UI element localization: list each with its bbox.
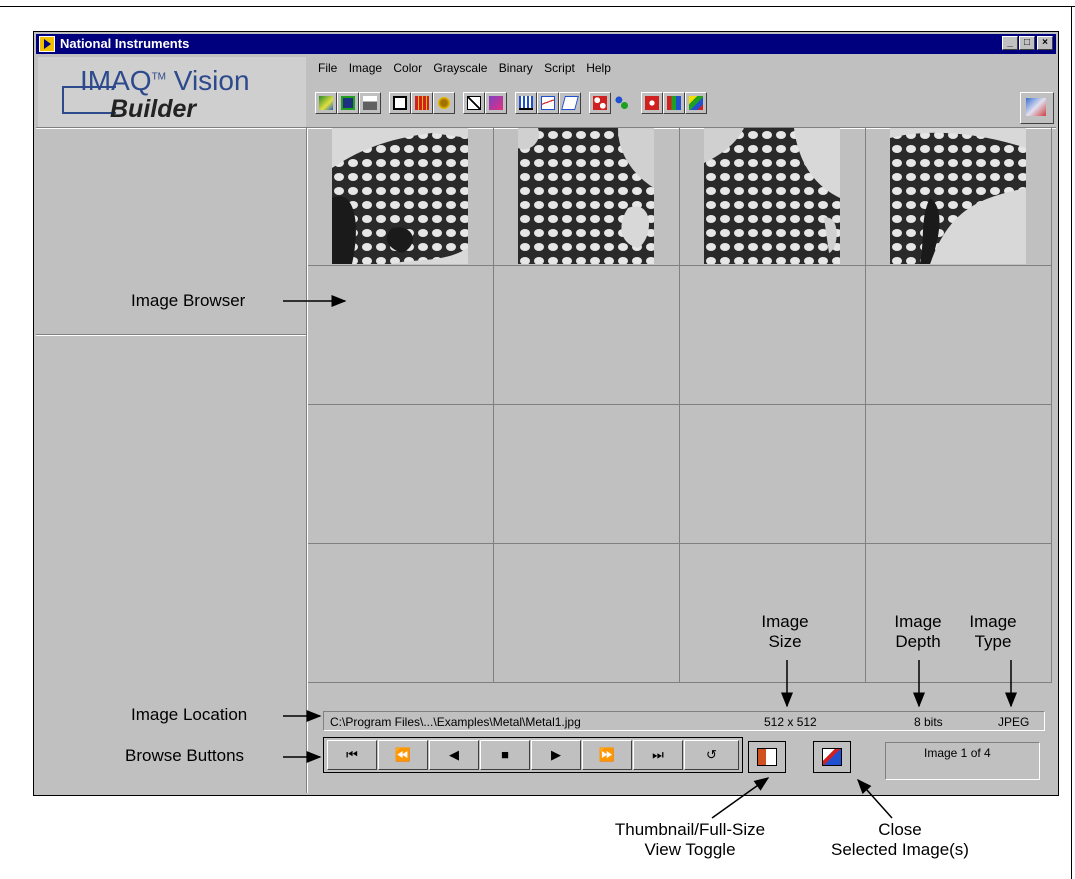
thumbnail-toggle-arrow bbox=[711, 777, 770, 819]
close-selected-arrow bbox=[856, 778, 893, 819]
annotation-arrows bbox=[283, 295, 1017, 819]
